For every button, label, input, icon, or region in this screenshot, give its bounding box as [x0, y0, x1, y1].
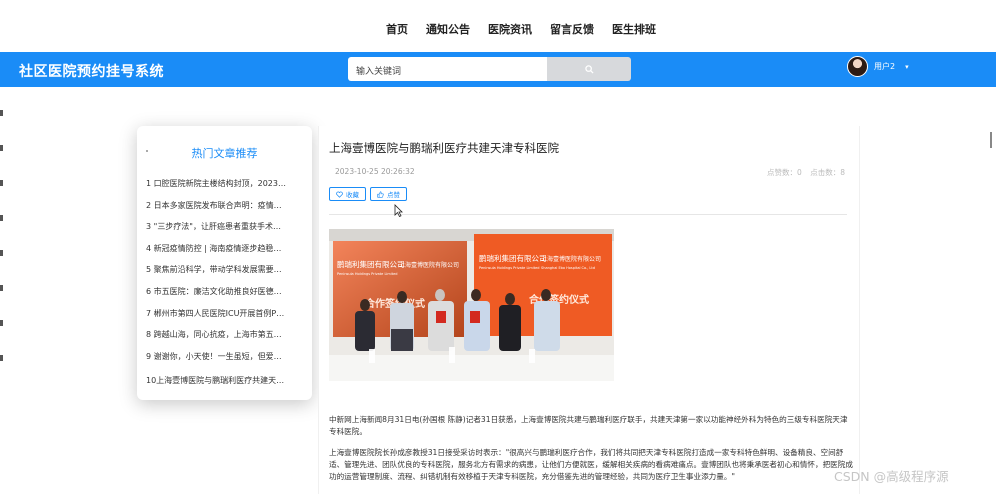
user-menu[interactable]: 用户2 ▾: [847, 56, 909, 77]
article-title: 上海壹博医院与鹏瑞利医疗共建天津专科医院: [329, 141, 559, 155]
hot-article-item[interactable]: 6 市五医院：廉洁文化助推良好医德…: [146, 286, 286, 308]
hot-articles-panel: 热门文章推荐 1 口腔医院新院主楼结构封顶，2023… 2 日本多家医院发布联合…: [137, 126, 312, 400]
hot-article-item[interactable]: 5 聚焦前沿科学，带动学科发展需要…: [146, 264, 286, 286]
hot-article-item[interactable]: 1 口腔医院新院主楼结构封顶，2023…: [146, 178, 286, 200]
username[interactable]: 用户2: [874, 61, 895, 72]
nav-item-home[interactable]: 首页: [386, 21, 408, 37]
banner-right-company: 鹏瑞利集团有限公司: [479, 253, 547, 263]
article-date: 2023-10-25 20:26:32: [335, 167, 415, 176]
site-header: 社区医院预约挂号系统 输入关键词 用户2 ▾: [0, 52, 996, 87]
like-button[interactable]: 点赞: [370, 187, 407, 201]
article-stats: 点赞数：0 点击数：8: [761, 167, 845, 178]
article-photo: 鹏瑞利集团有限公司 Peninsula Holdings Private Lim…: [329, 229, 614, 381]
divider: [329, 214, 847, 215]
avatar[interactable]: [847, 56, 868, 77]
hot-article-item[interactable]: 2 日本多家医院发布联合声明：疫情…: [146, 200, 286, 222]
banner-right-hospital-en: Shanghai Ebo Hospital Co., Ltd: [541, 266, 595, 270]
nav-item-doctor-schedule[interactable]: 医生排班: [612, 21, 656, 37]
nav-item-hospital-news[interactable]: 医院资讯: [488, 21, 532, 37]
chevron-down-icon[interactable]: ▾: [905, 63, 909, 71]
like-label: 点赞: [387, 191, 400, 199]
nav-item-announcements[interactable]: 通知公告: [426, 21, 470, 37]
hot-article-item[interactable]: 8 跨越山海，同心抗疫，上海市第五…: [146, 329, 286, 351]
search-icon: [584, 64, 594, 74]
click-count: 点击数：8: [810, 168, 845, 177]
hot-articles-list: 1 口腔医院新院主楼结构封顶，2023… 2 日本多家医院发布联合声明：疫情… …: [146, 178, 286, 397]
banner-left-company-en: Peninsula Holdings Private Limited: [337, 272, 398, 276]
favorite-label: 收藏: [346, 191, 359, 199]
hot-articles-title: 热门文章推荐: [191, 147, 258, 160]
hot-article-item[interactable]: 4 新冠疫情防控 | 海南疫情逐步趋稳…: [146, 243, 286, 265]
article-detail: 上海壹博医院与鹏瑞利医疗共建天津专科医院 2023-10-25 20:26:32…: [318, 126, 860, 494]
right-edge-mark: [990, 132, 992, 148]
banner-left-hospital: 上海壹博医院有限公司: [399, 261, 459, 269]
hot-article-item[interactable]: 9 谢谢你，小天使！一生虽短，但爱…: [146, 351, 286, 373]
article-paragraph: 中新网上海新闻8月31日电(孙国根 陈静)记者31日获悉，上海壹博医院共建与鹏瑞…: [329, 415, 848, 436]
top-navigation: 首页 通知公告 医院资讯 留言反馈 医生排班: [0, 0, 996, 52]
article-actions: 收藏 点赞: [329, 187, 411, 201]
left-edge-marks: [0, 110, 3, 410]
banner-right-company-en: Peninsula Holdings Private Limited: [479, 266, 540, 270]
nav-links: 首页 通知公告 医院资讯 留言反馈 医生排班: [386, 21, 674, 37]
favorite-button[interactable]: 收藏: [329, 187, 366, 201]
site-title[interactable]: 社区医院预约挂号系统: [19, 61, 164, 81]
mouse-cursor-icon: [394, 204, 403, 217]
banner-left-company: 鹏瑞利集团有限公司: [337, 259, 405, 269]
nav-item-feedback[interactable]: 留言反馈: [550, 21, 594, 37]
heart-icon: [336, 191, 343, 198]
banner-right-hospital: 上海壹博医院有限公司: [541, 255, 601, 263]
search-button[interactable]: [547, 57, 631, 81]
article-paragraph: 上海壹博医院院长孙成彦教授31日接受采访时表示："很高兴与鹏瑞利医疗合作，我们将…: [329, 448, 853, 481]
hot-article-item[interactable]: 10上海壹博医院与鹏瑞利医疗共建天…: [146, 375, 286, 397]
watermark: CSDN @高级程序源: [834, 469, 949, 484]
thumbs-up-icon: [377, 190, 384, 198]
like-count: 点赞数：0: [767, 168, 802, 177]
search-input[interactable]: 输入关键词: [348, 57, 548, 81]
hot-article-item[interactable]: 7 郴州市第四人民医院ICU开展首例PI…: [146, 308, 286, 330]
hot-article-item[interactable]: 3 "三步疗法"，让肝癌患者重获手术根…: [146, 221, 286, 243]
